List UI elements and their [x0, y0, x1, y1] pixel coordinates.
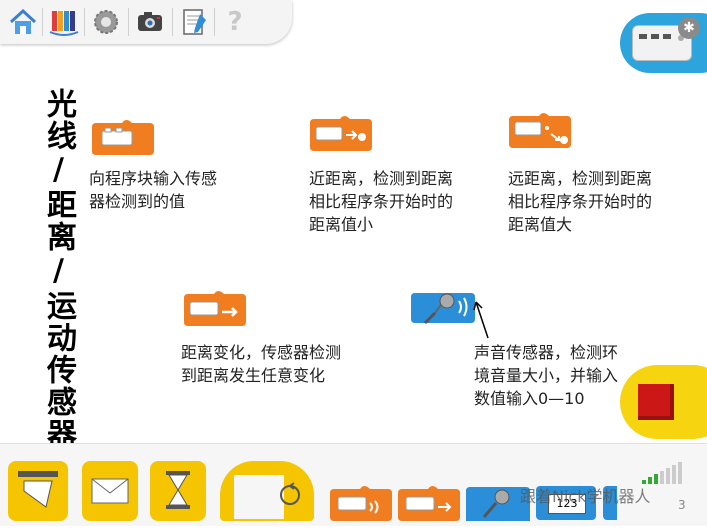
- palette-sensor-block-1[interactable]: [330, 483, 394, 525]
- sensor-input-description: 向程序块输入传感器检测到的值: [89, 169, 218, 211]
- library-icon[interactable]: [48, 6, 79, 38]
- page-title: 光线/距离/运动传感器: [41, 88, 76, 450]
- stop-button[interactable]: [620, 365, 707, 439]
- repeat-block[interactable]: [220, 461, 314, 521]
- start-block[interactable]: [8, 461, 68, 521]
- distance-far-description: 远距离，检测到距离相比程序条开始时的距离值大: [508, 169, 653, 234]
- signal-strength-icon: [642, 462, 682, 484]
- sound-sensor-description: 声音传感器，检测环境音量大小，并输入数值输入0—10: [474, 343, 619, 408]
- help-icon[interactable]: ?: [220, 6, 250, 38]
- pointer-arrow: [473, 301, 489, 339]
- settings-icon[interactable]: [90, 6, 120, 38]
- sensor-input-block[interactable]: [92, 117, 156, 159]
- sound-sensor-block[interactable]: [411, 289, 475, 331]
- distance-change-description: 距离变化，传感器检测到距离发生任意变化: [181, 343, 342, 385]
- stop-icon: [638, 384, 674, 420]
- wait-block[interactable]: [150, 461, 206, 521]
- palette-sensor-block-2[interactable]: [398, 483, 462, 525]
- distance-far-block[interactable]: [509, 110, 573, 152]
- notebook-icon[interactable]: [178, 6, 208, 38]
- distance-change-block[interactable]: [184, 288, 248, 330]
- camera-icon[interactable]: [134, 6, 164, 38]
- smarthub-connection-button[interactable]: ✱: [620, 13, 707, 73]
- bluetooth-icon: ✱: [678, 17, 700, 39]
- home-icon[interactable]: [8, 6, 38, 38]
- message-block[interactable]: [82, 461, 138, 521]
- distance-near-description: 近距离，检测到距离相比程序条开始时的距离值小: [309, 169, 454, 234]
- top-toolbar: ?: [0, 0, 292, 44]
- watermark: 跟着Nick学机器人: [520, 487, 651, 506]
- distance-near-block[interactable]: [310, 113, 374, 155]
- page-number: 3: [678, 498, 686, 512]
